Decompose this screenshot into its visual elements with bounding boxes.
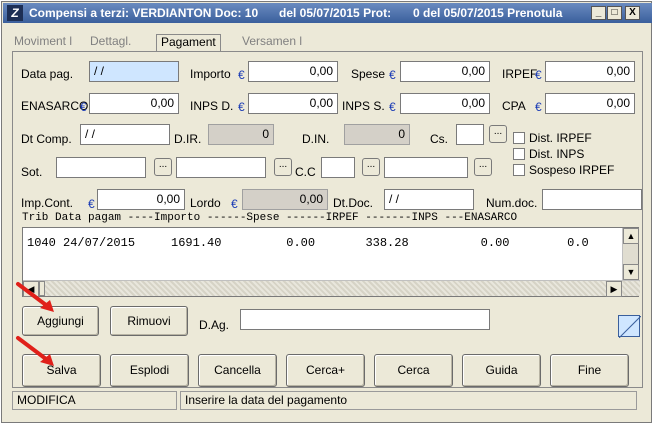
fine-button[interactable]: Fine bbox=[550, 354, 629, 387]
app-logo-icon: Z bbox=[7, 5, 23, 21]
dt-comp-label: Dt Comp. bbox=[21, 132, 72, 146]
euro-icon: € bbox=[535, 68, 542, 82]
window-title-prot: 0 del 05/07/2015 Prenotula bbox=[413, 6, 563, 20]
cc-field[interactable] bbox=[321, 157, 355, 178]
euro-icon: € bbox=[231, 197, 238, 211]
inps-s-field[interactable]: 0,00 bbox=[400, 93, 490, 114]
num-doc-field[interactable] bbox=[542, 189, 642, 210]
cs-label: Cs. bbox=[430, 132, 448, 146]
imp-cont-label: Imp.Cont. bbox=[21, 196, 74, 210]
resize-corner-icon[interactable] bbox=[618, 315, 641, 338]
data-pag-field[interactable]: / / bbox=[89, 61, 179, 82]
enasarco-label: ENASARCO bbox=[21, 99, 89, 113]
maximize-button[interactable]: □ bbox=[607, 6, 622, 20]
sospeso-irpef-label: Sospeso IRPEF bbox=[529, 163, 615, 177]
esplodi-button[interactable]: Esplodi bbox=[110, 354, 189, 387]
title-bar[interactable]: Z Compensi a terzi: VERDIANTON Doc: 10 d… bbox=[3, 3, 652, 23]
dist-irpef-checkbox[interactable] bbox=[513, 132, 525, 144]
dist-inps-checkbox[interactable] bbox=[513, 148, 525, 160]
dist-irpef-label: Dist. IRPEF bbox=[529, 131, 592, 145]
euro-icon: € bbox=[389, 68, 396, 82]
d-in-field: 0 bbox=[344, 124, 410, 145]
cc-desc-lookup-button[interactable]: ... bbox=[474, 158, 492, 176]
cancella-button[interactable]: Cancella bbox=[198, 354, 277, 387]
d-ag-field[interactable] bbox=[240, 309, 490, 330]
cc-label: C.C bbox=[295, 165, 316, 179]
horizontal-scrollbar[interactable]: ◀ ▶ bbox=[23, 280, 640, 297]
scroll-thumb[interactable] bbox=[39, 281, 45, 296]
cc-desc-field[interactable] bbox=[384, 157, 468, 178]
irpef-field[interactable]: 0,00 bbox=[545, 61, 635, 82]
cpa-field[interactable]: 0,00 bbox=[545, 93, 635, 114]
lordo-label: Lordo bbox=[190, 196, 221, 210]
compensi-window: Z Compensi a terzi: VERDIANTON Doc: 10 d… bbox=[1, 1, 652, 423]
tab-pagamenti[interactable]: Pagament bbox=[156, 34, 221, 51]
status-mode: MODIFICA bbox=[12, 391, 177, 410]
euro-icon: € bbox=[88, 197, 95, 211]
data-pag-label: Data pag. bbox=[21, 67, 74, 81]
dist-inps-label: Dist. INPS bbox=[529, 147, 585, 161]
inps-d-label: INPS D. bbox=[190, 99, 234, 113]
inps-d-field[interactable]: 0,00 bbox=[248, 93, 338, 114]
num-doc-label: Num.doc. bbox=[486, 196, 538, 210]
status-hint: Inserire la data del pagamento bbox=[180, 391, 637, 410]
sot-field[interactable] bbox=[56, 157, 146, 178]
importo-label: Importo bbox=[190, 67, 231, 81]
cc-lookup-button[interactable]: ... bbox=[362, 158, 380, 176]
cerca-plus-button[interactable]: Cerca+ bbox=[286, 354, 365, 387]
spese-field[interactable]: 0,00 bbox=[400, 61, 490, 82]
d-in-label: D.IN. bbox=[302, 132, 330, 146]
scroll-up-icon[interactable]: ▲ bbox=[623, 228, 639, 244]
euro-icon: € bbox=[389, 100, 396, 114]
cs-field[interactable] bbox=[456, 124, 484, 145]
grid-header: Trib Data pagam ----Importo ------Spese … bbox=[22, 212, 518, 224]
guida-button[interactable]: Guida bbox=[462, 354, 541, 387]
sot-label: Sot. bbox=[21, 165, 43, 179]
aggiungi-button[interactable]: Aggiungi bbox=[22, 306, 99, 336]
euro-icon: € bbox=[80, 100, 87, 114]
dt-doc-field[interactable]: / / bbox=[384, 189, 474, 210]
rimuovi-button[interactable]: Rimuovi bbox=[110, 306, 188, 336]
close-button[interactable]: X bbox=[625, 6, 640, 20]
cpa-label: CPA bbox=[502, 99, 526, 113]
euro-icon: € bbox=[535, 100, 542, 114]
dt-comp-field[interactable]: / / bbox=[80, 124, 170, 145]
tab-dettagli[interactable]: Dettagl. bbox=[90, 34, 131, 51]
scroll-down-icon[interactable]: ▼ bbox=[623, 264, 639, 280]
irpef-label: IRPEF bbox=[502, 67, 538, 81]
tab-versamenti[interactable]: Versamen l bbox=[242, 34, 302, 51]
sot-lookup-button[interactable]: ... bbox=[154, 158, 172, 176]
cerca-button[interactable]: Cerca bbox=[374, 354, 453, 387]
sot-desc-field[interactable] bbox=[176, 157, 266, 178]
importo-field[interactable]: 0,00 bbox=[248, 61, 338, 82]
scroll-right-icon[interactable]: ▶ bbox=[606, 281, 622, 297]
sot-desc-lookup-button[interactable]: ... bbox=[274, 158, 292, 176]
d-ag-label: D.Ag. bbox=[199, 318, 230, 332]
enasarco-field[interactable]: 0,00 bbox=[89, 93, 179, 114]
payments-grid[interactable]: 1040 24/07/2015 1691.40 0.00 338.28 0.00… bbox=[22, 227, 640, 297]
vertical-scrollbar[interactable]: ▲ ▼ bbox=[622, 228, 639, 280]
tab-movimenti[interactable]: Moviment l bbox=[14, 34, 72, 51]
spese-label: Spese bbox=[351, 67, 386, 81]
inps-s-label: INPS S. bbox=[342, 99, 385, 113]
dt-doc-label: Dt.Doc. bbox=[333, 196, 374, 210]
d-ir-field: 0 bbox=[208, 124, 274, 145]
table-row[interactable]: 1040 24/07/2015 1691.40 0.00 338.28 0.00… bbox=[27, 236, 589, 250]
cs-lookup-button[interactable]: ... bbox=[489, 125, 507, 143]
window-title-doc: Compensi a terzi: VERDIANTON Doc: 10 bbox=[29, 6, 259, 20]
imp-cont-field[interactable]: 0,00 bbox=[97, 189, 185, 210]
minimize-button[interactable]: _ bbox=[591, 6, 606, 20]
sospeso-irpef-checkbox[interactable] bbox=[513, 164, 525, 176]
salva-button[interactable]: Salva bbox=[22, 354, 101, 387]
euro-icon: € bbox=[238, 68, 245, 82]
scroll-left-icon[interactable]: ◀ bbox=[23, 281, 39, 297]
window-title-date: del 05/07/2015 Prot: bbox=[279, 6, 392, 20]
lordo-field: 0,00 bbox=[242, 189, 328, 210]
d-ir-label: D.IR. bbox=[174, 132, 202, 146]
euro-icon: € bbox=[238, 100, 245, 114]
